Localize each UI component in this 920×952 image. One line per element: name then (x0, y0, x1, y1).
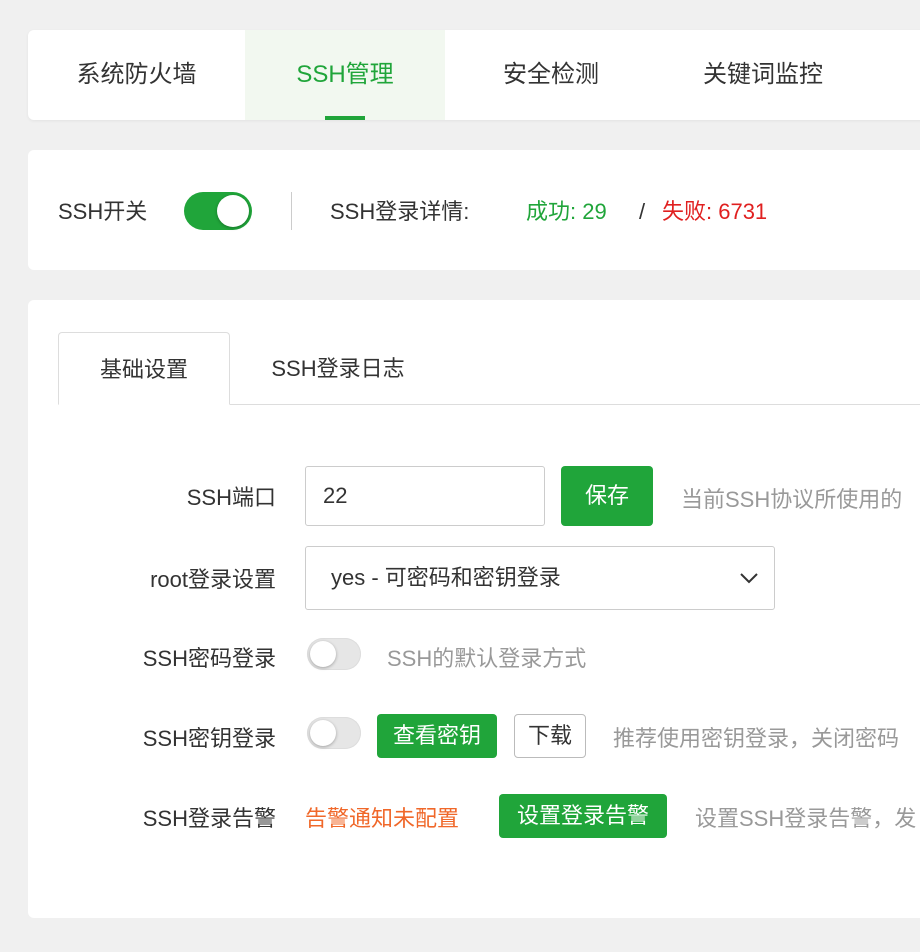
ssh-settings-card: 基础设置 SSH登录日志 SSH端口 22 保存 当前SSH协议所使用的 roo… (28, 300, 920, 918)
ssh-port-hint: 当前SSH协议所使用的 (681, 487, 903, 512)
tab-ssh-login-log[interactable]: SSH登录日志 (238, 332, 438, 404)
settings-tabbar: 基础设置 SSH登录日志 (58, 332, 920, 405)
key-login-label: SSH密钥登录 (142, 726, 276, 751)
login-alert-label: SSH登录告警 (142, 806, 276, 831)
download-button[interactable]: 下载 (514, 714, 586, 758)
tab-basic-settings[interactable]: 基础设置 (58, 332, 230, 405)
ssh-login-detail-label: SSH登录详情: (330, 199, 470, 224)
password-login-toggle[interactable] (307, 638, 361, 670)
root-login-selected-value: yes - 可密码和密钥登录 (331, 565, 561, 590)
ssh-switch-label: SSH开关 (58, 199, 148, 224)
login-alert-hint: 设置SSH登录告警，发 (695, 806, 917, 831)
login-success-count: 成功: 29 (526, 199, 607, 224)
alert-status-text: 告警通知未配置 (305, 806, 460, 831)
key-login-toggle[interactable] (307, 717, 361, 749)
chevron-down-icon (740, 573, 758, 584)
ssh-port-label: SSH端口 (186, 485, 276, 510)
toggle-knob (217, 195, 249, 227)
tab-security-check[interactable]: 安全检测 (445, 30, 657, 120)
set-login-alert-button[interactable]: 设置登录告警 (499, 794, 667, 838)
ssh-toggle[interactable] (184, 192, 252, 230)
ssh-status-card: SSH开关 SSH登录详情: 成功: 29 / 失败: 6731 (28, 150, 920, 270)
divider (291, 192, 292, 230)
view-key-button[interactable]: 查看密钥 (377, 714, 497, 758)
password-login-hint: SSH的默认登录方式 (387, 646, 587, 671)
root-login-select[interactable]: yes - 可密码和密钥登录 (305, 546, 775, 610)
toggle-knob (310, 720, 336, 746)
tab-keyword-monitor[interactable]: 关键词监控 (657, 30, 869, 120)
save-button[interactable]: 保存 (561, 466, 653, 526)
toggle-knob (310, 641, 336, 667)
root-login-label: root登录设置 (150, 567, 276, 592)
login-fail-count: 失败: 6731 (662, 199, 768, 224)
top-nav: 系统防火墙 SSH管理 安全检测 关键词监控 (28, 30, 920, 120)
ssh-port-input[interactable]: 22 (305, 466, 545, 526)
password-login-label: SSH密码登录 (142, 646, 276, 671)
separator: / (639, 199, 646, 224)
key-login-hint: 推荐使用密钥登录，关闭密码 (613, 726, 900, 751)
tab-ssh-management[interactable]: SSH管理 (245, 30, 445, 120)
tab-firewall[interactable]: 系统防火墙 (28, 30, 245, 120)
